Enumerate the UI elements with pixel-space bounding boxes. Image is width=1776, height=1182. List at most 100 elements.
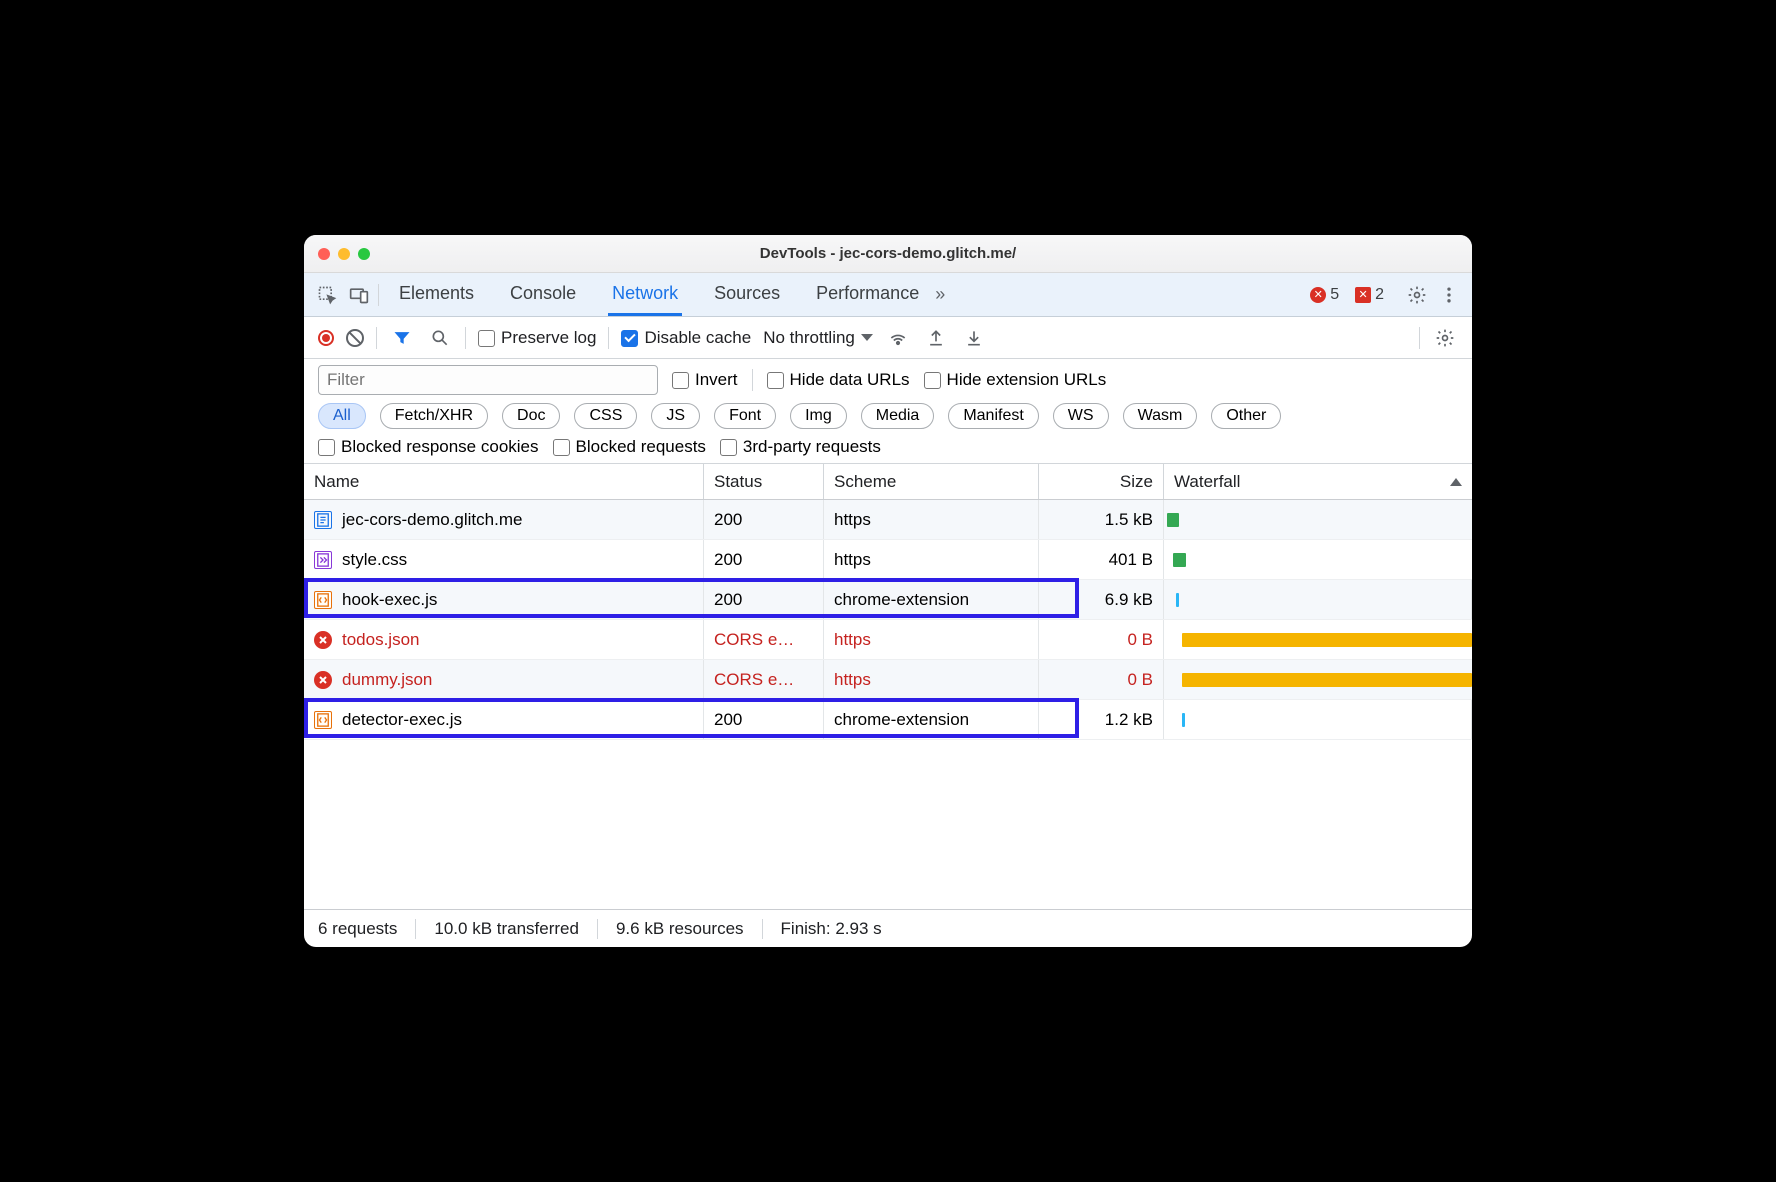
- cell-status: CORS e…: [704, 660, 824, 699]
- status-resources: 9.6 kB resources: [598, 919, 763, 939]
- tab-console[interactable]: Console: [506, 273, 580, 316]
- network-toolbar: Preserve log Disable cache No throttling: [304, 317, 1472, 359]
- col-waterfall[interactable]: Waterfall: [1164, 464, 1472, 499]
- warnings-badge[interactable]: ✕ 2: [1355, 286, 1384, 304]
- table-row[interactable]: detector-exec.js200chrome-extension1.2 k…: [304, 700, 1472, 740]
- cell-status: 200: [704, 540, 824, 579]
- close-window-button[interactable]: [318, 248, 330, 260]
- cell-name: dummy.json: [304, 660, 704, 699]
- table-body: jec-cors-demo.glitch.me200https1.5 kBsty…: [304, 500, 1472, 909]
- type-chip-font[interactable]: Font: [714, 403, 776, 429]
- type-chip-other[interactable]: Other: [1211, 403, 1281, 429]
- type-chip-img[interactable]: Img: [790, 403, 847, 429]
- divider: [465, 327, 466, 349]
- col-status[interactable]: Status: [704, 464, 824, 499]
- blocked-cookies-checkbox[interactable]: Blocked response cookies: [318, 437, 539, 457]
- table-row[interactable]: todos.jsonCORS e…https0 B: [304, 620, 1472, 660]
- cell-size: 1.2 kB: [1039, 700, 1164, 739]
- throttling-dropdown[interactable]: No throttling: [763, 328, 873, 348]
- device-toolbar-icon[interactable]: [346, 282, 372, 308]
- tab-network[interactable]: Network: [608, 273, 682, 316]
- type-chip-doc[interactable]: Doc: [502, 403, 560, 429]
- devtools-window: DevTools - jec-cors-demo.glitch.me/ Elem…: [304, 235, 1472, 947]
- table-row[interactable]: jec-cors-demo.glitch.me200https1.5 kB: [304, 500, 1472, 540]
- minimize-window-button[interactable]: [338, 248, 350, 260]
- errors-count: 5: [1330, 286, 1339, 304]
- type-chip-all[interactable]: All: [318, 403, 366, 429]
- type-chip-media[interactable]: Media: [861, 403, 935, 429]
- hide-data-urls-checkbox[interactable]: Hide data URLs: [767, 370, 910, 390]
- status-requests: 6 requests: [318, 919, 416, 939]
- type-chip-css[interactable]: CSS: [574, 403, 637, 429]
- type-chip-wasm[interactable]: Wasm: [1123, 403, 1198, 429]
- col-name[interactable]: Name: [304, 464, 704, 499]
- network-settings-icon[interactable]: [1432, 325, 1458, 351]
- tab-sources[interactable]: Sources: [710, 273, 784, 316]
- warnings-count: 2: [1375, 286, 1384, 304]
- cell-size: 0 B: [1039, 620, 1164, 659]
- type-chip-js[interactable]: JS: [651, 403, 700, 429]
- file-type-icon: [314, 631, 332, 649]
- errors-badge[interactable]: ✕ 5: [1310, 286, 1339, 304]
- file-type-icon: [314, 671, 332, 689]
- chevron-down-icon: [861, 334, 873, 341]
- cell-name: style.css: [304, 540, 704, 579]
- type-filter-chips: All Fetch/XHR Doc CSS JS Font Img Media Manifest…: [318, 403, 1458, 429]
- cell-name: hook-exec.js: [304, 580, 704, 619]
- cell-name: jec-cors-demo.glitch.me: [304, 500, 704, 539]
- blocked-requests-checkbox[interactable]: Blocked requests: [553, 437, 706, 457]
- filter-toggle-icon[interactable]: [389, 325, 415, 351]
- file-type-icon: [314, 551, 332, 569]
- settings-icon[interactable]: [1404, 282, 1430, 308]
- main-tabs-row: Elements Console Network Sources Performance…: [304, 273, 1472, 317]
- cell-scheme: https: [824, 500, 1039, 539]
- file-type-icon: [314, 711, 332, 729]
- table-row[interactable]: style.css200https401 B: [304, 540, 1472, 580]
- network-conditions-icon[interactable]: [885, 325, 911, 351]
- window-title: DevTools - jec-cors-demo.glitch.me/: [304, 245, 1472, 262]
- titlebar: DevTools - jec-cors-demo.glitch.me/: [304, 235, 1472, 273]
- col-scheme[interactable]: Scheme: [824, 464, 1039, 499]
- record-button[interactable]: [318, 330, 334, 346]
- filter-input[interactable]: [318, 365, 658, 395]
- preserve-log-checkbox[interactable]: Preserve log: [478, 328, 596, 348]
- cell-status: 200: [704, 500, 824, 539]
- cell-size: 0 B: [1039, 660, 1164, 699]
- cell-scheme: https: [824, 620, 1039, 659]
- tab-performance[interactable]: Performance: [812, 273, 923, 316]
- sort-asc-icon: [1450, 478, 1462, 486]
- more-menu-icon[interactable]: [1436, 282, 1462, 308]
- cell-waterfall: [1164, 620, 1472, 659]
- upload-har-icon[interactable]: [923, 325, 949, 351]
- type-chip-fetchxhr[interactable]: Fetch/XHR: [380, 403, 488, 429]
- third-party-checkbox[interactable]: 3rd-party requests: [720, 437, 881, 457]
- type-chip-manifest[interactable]: Manifest: [948, 403, 1038, 429]
- more-tabs-chevron[interactable]: »: [929, 284, 951, 305]
- maximize-window-button[interactable]: [358, 248, 370, 260]
- disable-cache-checkbox[interactable]: Disable cache: [621, 328, 751, 348]
- requests-table: Name Status Scheme Size Waterfall jec-co…: [304, 464, 1472, 909]
- type-chip-ws[interactable]: WS: [1053, 403, 1109, 429]
- search-icon[interactable]: [427, 325, 453, 351]
- table-row[interactable]: dummy.jsonCORS e…https0 B: [304, 660, 1472, 700]
- cell-status: 200: [704, 580, 824, 619]
- table-row[interactable]: hook-exec.js200chrome-extension6.9 kB: [304, 580, 1472, 620]
- cell-waterfall: [1164, 660, 1472, 699]
- filter-bar: Invert Hide data URLs Hide extension URL…: [304, 359, 1472, 464]
- hide-extension-urls-checkbox[interactable]: Hide extension URLs: [924, 370, 1107, 390]
- status-bar: 6 requests 10.0 kB transferred 9.6 kB re…: [304, 909, 1472, 947]
- download-har-icon[interactable]: [961, 325, 987, 351]
- tab-elements[interactable]: Elements: [395, 273, 478, 316]
- invert-checkbox[interactable]: Invert: [672, 370, 738, 390]
- table-header[interactable]: Name Status Scheme Size Waterfall: [304, 464, 1472, 500]
- cell-waterfall: [1164, 500, 1472, 539]
- col-size[interactable]: Size: [1039, 464, 1164, 499]
- clear-button[interactable]: [346, 329, 364, 347]
- cell-waterfall: [1164, 700, 1472, 739]
- inspect-element-icon[interactable]: [314, 282, 340, 308]
- error-icon: ✕: [1310, 287, 1326, 303]
- cell-scheme: https: [824, 660, 1039, 699]
- cell-scheme: chrome-extension: [824, 580, 1039, 619]
- cell-waterfall: [1164, 580, 1472, 619]
- status-finish: Finish: 2.93 s: [763, 919, 900, 939]
